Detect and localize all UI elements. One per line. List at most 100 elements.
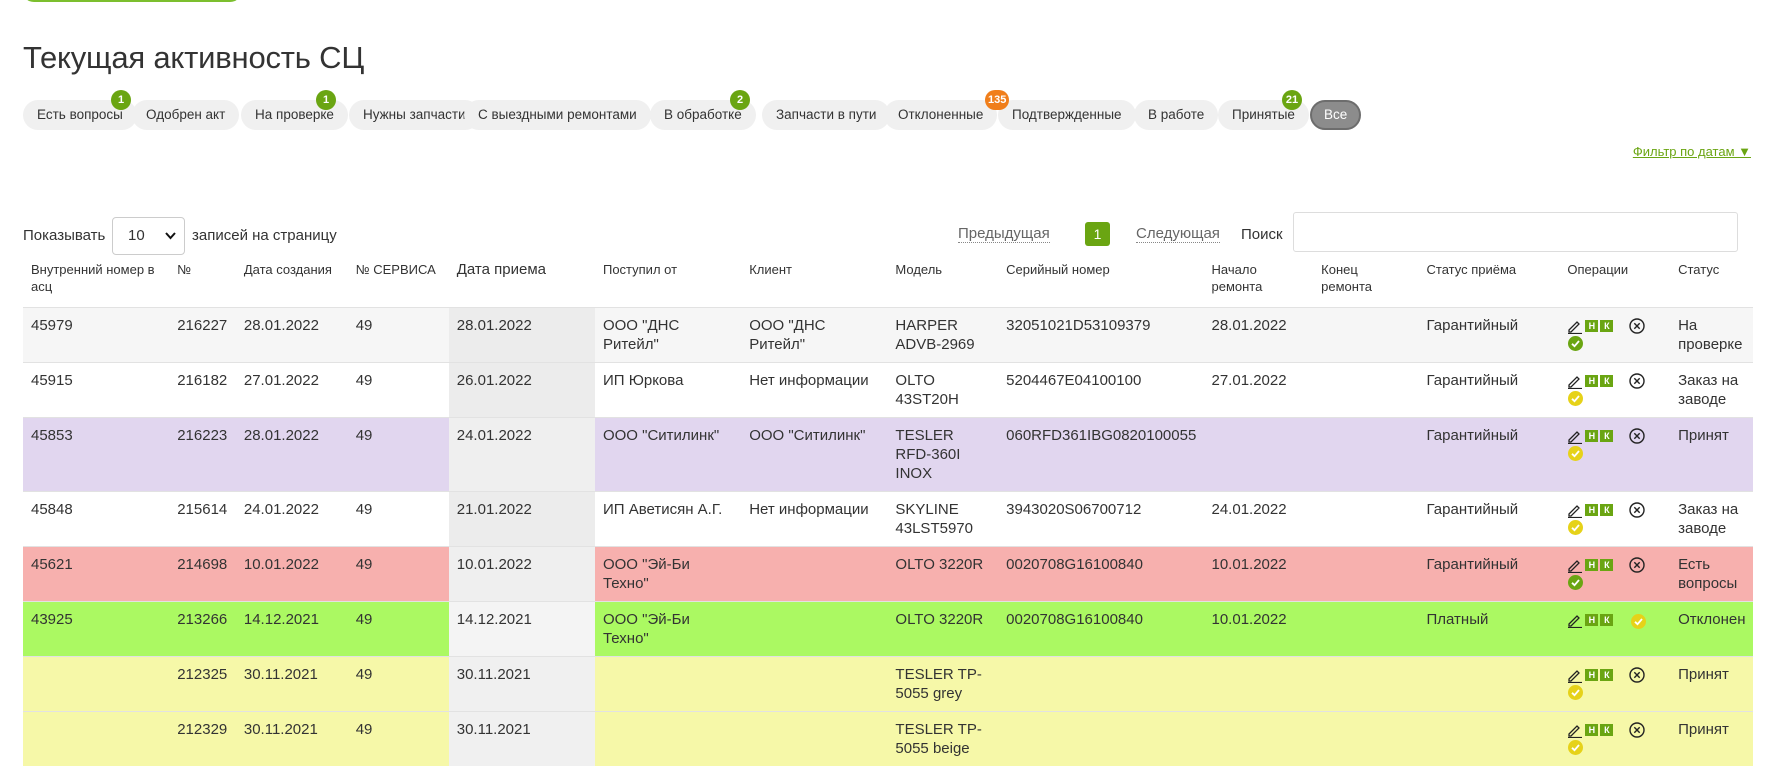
h-button[interactable]: Н: [1585, 724, 1598, 736]
check-circle-icon[interactable]: [1568, 685, 1583, 700]
close-circle-icon[interactable]: [1629, 667, 1645, 683]
h-button[interactable]: Н: [1585, 614, 1598, 626]
cell-model: TESLER RFD-360I INOX: [887, 418, 998, 492]
column-header[interactable]: Статус: [1670, 257, 1753, 308]
filter-pill-2[interactable]: Одобрен акт: [132, 100, 239, 130]
search-label: Поиск: [1241, 226, 1283, 243]
cell-status: Принят: [1670, 657, 1753, 712]
top-action-button[interactable]: [22, 0, 242, 2]
check-circle-icon[interactable]: [1568, 740, 1583, 755]
column-header[interactable]: Статус приёма: [1419, 257, 1560, 308]
column-header[interactable]: Клиент: [741, 257, 887, 308]
filter-pill-9[interactable]: Подтвержденные135: [998, 100, 1136, 130]
check-circle-icon[interactable]: [1568, 575, 1583, 590]
edit-pencil-icon[interactable]: [1567, 612, 1583, 628]
h-button[interactable]: Н: [1585, 430, 1598, 442]
edit-pencil-icon[interactable]: [1567, 557, 1583, 573]
close-circle-icon[interactable]: [1629, 318, 1645, 334]
table-row[interactable]: 4597921622728.01.20224928.01.2022ООО "ДН…: [23, 308, 1753, 363]
column-header[interactable]: Начало ремонта: [1204, 257, 1314, 308]
filter-pill-3[interactable]: На проверке1: [241, 100, 348, 130]
k-button[interactable]: К: [1600, 320, 1613, 332]
edit-pencil-icon[interactable]: [1567, 722, 1583, 738]
column-header[interactable]: № СЕРВИСА: [348, 257, 449, 308]
column-header[interactable]: Дата создания: [236, 257, 348, 308]
filter-pill-12[interactable]: Все: [1310, 100, 1361, 130]
k-button[interactable]: К: [1600, 614, 1613, 626]
h-button[interactable]: Н: [1585, 375, 1598, 387]
cell-received: 10.01.2022: [449, 547, 595, 602]
filter-pill-6[interactable]: В обработке2: [650, 100, 756, 130]
filter-pill-8[interactable]: Отклоненные: [884, 100, 997, 130]
close-circle-icon[interactable]: [1629, 502, 1645, 518]
filter-pill-5[interactable]: С выездными ремонтами: [464, 100, 651, 130]
k-button[interactable]: К: [1600, 669, 1613, 681]
date-filter-link[interactable]: Фильтр по датам ▼: [1633, 144, 1751, 159]
filter-pill-1[interactable]: Есть вопросы1: [23, 100, 137, 130]
table-row[interactable]: 21232930.11.20214930.11.2021TESLER TP-50…: [23, 712, 1753, 766]
k-button[interactable]: К: [1600, 375, 1613, 387]
column-header[interactable]: Внутренний номер в асц: [23, 257, 169, 308]
k-button[interactable]: К: [1600, 559, 1613, 571]
column-header[interactable]: Модель: [887, 257, 998, 308]
edit-pencil-icon[interactable]: [1567, 428, 1583, 444]
h-button[interactable]: Н: [1585, 320, 1598, 332]
table-row[interactable]: 4585321622328.01.20224924.01.2022ООО "Си…: [23, 418, 1753, 492]
close-circle-icon[interactable]: [1629, 373, 1645, 389]
filter-pill-7[interactable]: Запчасти в пути: [762, 100, 890, 130]
cell-intake_status: [1419, 657, 1560, 712]
cell-operations: НК: [1559, 363, 1670, 418]
cell-internal: [23, 657, 169, 712]
cell-internal: [23, 712, 169, 766]
close-circle-icon[interactable]: [1629, 428, 1645, 444]
filter-pill-label: Запчасти в пути: [776, 107, 876, 122]
cell-operations: НК: [1559, 418, 1670, 492]
filter-count-badge: 2: [730, 90, 750, 110]
column-header[interactable]: Операции: [1559, 257, 1670, 308]
column-header[interactable]: Серийный номер: [998, 257, 1203, 308]
check-circle-icon[interactable]: [1631, 614, 1646, 629]
cell-service: 49: [348, 492, 449, 547]
column-header[interactable]: Дата приема: [449, 257, 595, 308]
h-button[interactable]: Н: [1585, 559, 1598, 571]
table-row[interactable]: 4392521326614.12.20214914.12.2021ООО "Эй…: [23, 602, 1753, 657]
column-header[interactable]: Конец ремонта: [1313, 257, 1418, 308]
table-row[interactable]: 4584821561424.01.20224921.01.2022ИП Авет…: [23, 492, 1753, 547]
filter-pill-4[interactable]: Нужны запчасти: [349, 100, 480, 130]
k-button[interactable]: К: [1600, 724, 1613, 736]
edit-pencil-icon[interactable]: [1567, 502, 1583, 518]
pagination-previous[interactable]: Предыдущая: [958, 225, 1050, 243]
check-circle-icon[interactable]: [1568, 391, 1583, 406]
k-button[interactable]: К: [1600, 504, 1613, 516]
table-row[interactable]: 4562121469810.01.20224910.01.2022ООО "Эй…: [23, 547, 1753, 602]
cell-end: [1313, 602, 1418, 657]
check-circle-icon[interactable]: [1568, 336, 1583, 351]
edit-pencil-icon[interactable]: [1567, 373, 1583, 389]
filter-pill-label: Принятые: [1232, 107, 1295, 122]
search-input[interactable]: [1293, 212, 1738, 252]
cell-serial: 060RFD361IBG0820100055: [998, 418, 1203, 492]
page-size-select[interactable]: 10: [112, 217, 185, 255]
filter-pill-10[interactable]: В работе: [1134, 100, 1218, 130]
close-circle-icon[interactable]: [1629, 722, 1645, 738]
k-button[interactable]: К: [1600, 430, 1613, 442]
h-button[interactable]: Н: [1585, 504, 1598, 516]
cell-received: 30.11.2021: [449, 712, 595, 766]
check-circle-icon[interactable]: [1568, 520, 1583, 535]
column-header[interactable]: Поступил от: [595, 257, 741, 308]
h-button[interactable]: Н: [1585, 669, 1598, 681]
cell-client: Нет информации: [741, 492, 887, 547]
table-row[interactable]: 21232530.11.20214930.11.2021TESLER TP-50…: [23, 657, 1753, 712]
column-header[interactable]: №: [169, 257, 236, 308]
edit-pencil-icon[interactable]: [1567, 318, 1583, 334]
edit-pencil-icon[interactable]: [1567, 667, 1583, 683]
pagination-current-page[interactable]: 1: [1085, 222, 1110, 246]
filter-pill-11[interactable]: Принятые21: [1218, 100, 1309, 130]
check-circle-icon[interactable]: [1568, 446, 1583, 461]
close-circle-icon[interactable]: [1629, 557, 1645, 573]
cell-created: 28.01.2022: [236, 418, 348, 492]
pagination-next[interactable]: Следующая: [1136, 225, 1220, 243]
cell-created: 27.01.2022: [236, 363, 348, 418]
table-row[interactable]: 4591521618227.01.20224926.01.2022ИП Юрко…: [23, 363, 1753, 418]
cell-start: 10.01.2022: [1204, 602, 1314, 657]
